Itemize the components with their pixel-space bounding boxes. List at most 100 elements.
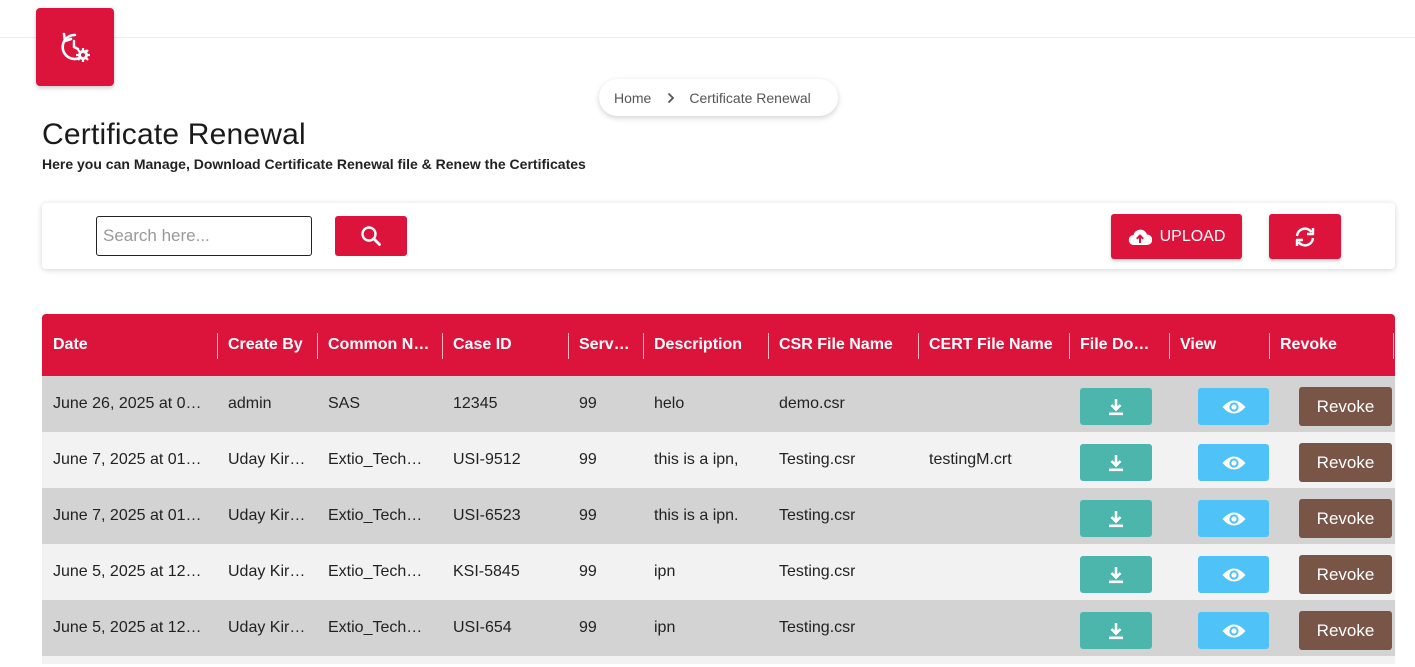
cell-common-name: Extio_Tech… (328, 563, 423, 580)
col-create-by[interactable]: Create By (217, 314, 317, 376)
col-case-id[interactable]: Case ID (442, 314, 568, 376)
revoke-label: Revoke (1316, 508, 1375, 528)
cell-case-id: USI-654 (453, 619, 512, 636)
view-button[interactable] (1198, 500, 1269, 537)
cell-case-id: KSI-5845 (453, 563, 520, 580)
search-icon (361, 226, 381, 246)
cell-description: ipn (654, 619, 676, 636)
download-button[interactable] (1080, 556, 1152, 593)
col-view[interactable]: View (1169, 314, 1269, 376)
eye-icon (1222, 400, 1245, 413)
toolbar: UPLOAD (42, 203, 1395, 269)
cell-csr-file: demo.csr (779, 395, 845, 412)
view-button[interactable] (1198, 556, 1269, 593)
breadcrumb-home-link[interactable]: Home (614, 90, 651, 106)
revoke-label: Revoke (1316, 396, 1375, 416)
view-button[interactable] (1198, 388, 1269, 425)
page-subtitle: Here you can Manage, Download Certificat… (42, 156, 586, 172)
revoke-button[interactable]: Revoke (1299, 611, 1392, 650)
cell-date: June 5, 2025 at 12… (53, 563, 202, 580)
search-button[interactable] (335, 216, 407, 256)
download-icon (1109, 398, 1123, 415)
cloud-upload-icon (1128, 229, 1152, 245)
cell-cert-file (918, 544, 1069, 600)
col-common-name[interactable]: Common N… (317, 314, 442, 376)
cell-description: helo (654, 395, 685, 412)
table-body: June 26, 2025 at 0… admin SAS 12345 99 h… (42, 376, 1395, 656)
column-divider[interactable] (1393, 333, 1394, 359)
cell-date: June 7, 2025 at 01… (53, 507, 202, 524)
revoke-button[interactable]: Revoke (1299, 387, 1392, 426)
refresh-button[interactable] (1269, 214, 1341, 259)
download-icon (1109, 622, 1123, 639)
download-button[interactable] (1080, 388, 1152, 425)
eye-icon (1222, 568, 1245, 581)
refresh-icon (1295, 226, 1315, 247)
cell-common-name: Extio_Tech… (328, 619, 423, 636)
eye-icon (1222, 512, 1245, 525)
cell-cert-file (918, 600, 1069, 656)
app-logo[interactable] (36, 8, 114, 86)
col-description[interactable]: Description (643, 314, 768, 376)
cell-serv: 99 (579, 507, 597, 524)
table-row[interactable]: June 5, 2025 at 12… Uday Kir… Extio_Tech… (42, 544, 1395, 600)
cell-description: this is a ipn, (654, 451, 739, 468)
cell-csr-file: Testing.csr (779, 507, 856, 524)
page-title: Certificate Renewal (42, 118, 306, 151)
search-input[interactable] (96, 216, 312, 256)
cell-case-id: USI-9512 (453, 451, 521, 468)
download-icon (1109, 454, 1123, 471)
cell-created-by: admin (228, 395, 272, 412)
cell-created-by: Uday Kir… (228, 507, 306, 524)
cell-serv: 99 (579, 395, 597, 412)
table-row-partial (42, 656, 1395, 664)
col-date[interactable]: Date (42, 314, 217, 376)
cell-cert-file (918, 376, 1069, 432)
cell-serv: 99 (579, 619, 597, 636)
cell-description: ipn (654, 563, 676, 580)
revoke-button[interactable]: Revoke (1299, 499, 1392, 538)
revoke-button[interactable]: Revoke (1299, 443, 1392, 482)
col-csr-file-name[interactable]: CSR File Name (768, 314, 918, 376)
cell-cert-file (918, 488, 1069, 544)
col-file-download[interactable]: File Do… (1069, 314, 1169, 376)
cell-csr-file: Testing.csr (779, 563, 856, 580)
col-revoke[interactable]: Revoke (1269, 314, 1393, 376)
revoke-label: Revoke (1316, 452, 1375, 472)
header-divider (0, 37, 1415, 38)
download-button[interactable] (1080, 500, 1152, 537)
upload-label: UPLOAD (1159, 227, 1226, 245)
table-row[interactable]: June 5, 2025 at 12… Uday Kir… Extio_Tech… (42, 600, 1395, 656)
download-button[interactable] (1080, 444, 1152, 481)
table-row[interactable]: June 26, 2025 at 0… admin SAS 12345 99 h… (42, 376, 1395, 432)
revoke-label: Revoke (1316, 564, 1375, 584)
table-row[interactable]: June 7, 2025 at 01… Uday Kir… Extio_Tech… (42, 488, 1395, 544)
cell-date: June 5, 2025 at 12… (53, 619, 202, 636)
eye-icon (1222, 624, 1245, 637)
cell-description: this is a ipn. (654, 507, 739, 524)
breadcrumb: Home Certificate Renewal (599, 79, 838, 116)
cell-csr-file: Testing.csr (779, 619, 856, 636)
col-serv[interactable]: Serv… (568, 314, 643, 376)
download-icon (1109, 566, 1123, 583)
cell-date: June 26, 2025 at 0… (53, 395, 202, 412)
view-button[interactable] (1198, 612, 1269, 649)
cell-common-name: Extio_Tech… (328, 451, 423, 468)
revoke-button[interactable]: Revoke (1299, 555, 1392, 594)
cell-serv: 99 (579, 451, 597, 468)
certificate-table: Date Create By Common N… Case ID Serv… D… (42, 314, 1395, 664)
table-header: Date Create By Common N… Case ID Serv… D… (42, 314, 1395, 376)
cell-common-name: SAS (328, 395, 361, 412)
breadcrumb-current: Certificate Renewal (689, 89, 811, 106)
upload-button[interactable]: UPLOAD (1111, 214, 1242, 259)
cell-case-id: USI-6523 (453, 507, 521, 524)
cell-cert-file: testingM.crt (929, 451, 1012, 468)
view-button[interactable] (1198, 444, 1269, 481)
cell-common-name: Extio_Tech… (328, 507, 423, 524)
history-settings-icon (61, 32, 90, 62)
table-row[interactable]: June 7, 2025 at 01… Uday Kir… Extio_Tech… (42, 432, 1395, 488)
eye-icon (1222, 456, 1245, 469)
download-button[interactable] (1080, 612, 1152, 649)
col-cert-file-name[interactable]: CERT File Name (918, 314, 1069, 376)
cell-csr-file: Testing.csr (779, 451, 856, 468)
